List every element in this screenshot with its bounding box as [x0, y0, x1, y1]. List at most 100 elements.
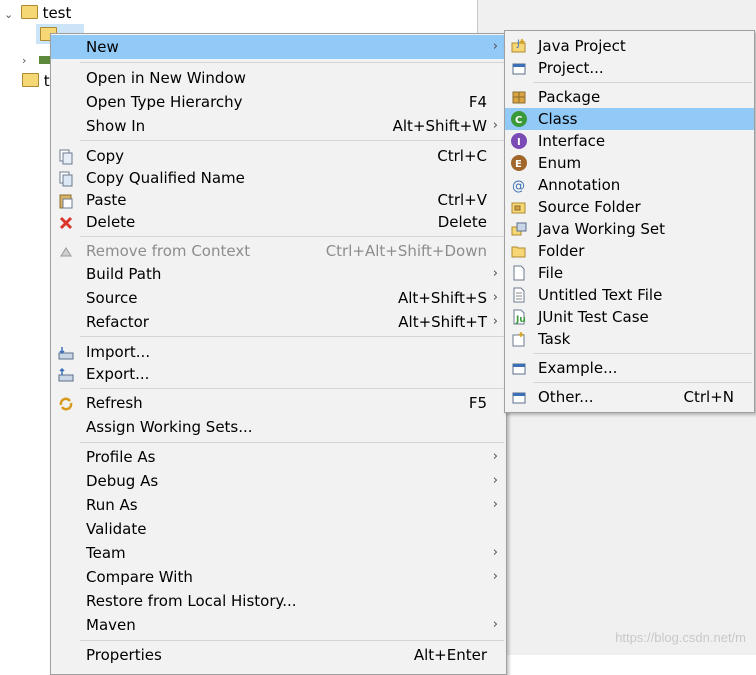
- menu-item-copy[interactable]: Copy Ctrl+C: [51, 144, 506, 168]
- menu-item-import[interactable]: Import...: [51, 340, 506, 364]
- chevron-right-icon: ›: [492, 473, 498, 488]
- submenu-item-project[interactable]: Project...: [505, 57, 754, 79]
- svg-text:J: J: [516, 39, 520, 49]
- menu-separator: [80, 62, 504, 63]
- chevron-right-icon: ›: [492, 497, 498, 512]
- import-icon: [58, 344, 74, 360]
- submenu-item-example[interactable]: Example...: [505, 357, 754, 379]
- chevron-right-icon: ›: [492, 569, 498, 584]
- folder-icon: [511, 243, 527, 259]
- submenu-item-enum[interactable]: E Enum: [505, 152, 754, 174]
- menu-separator: [80, 640, 504, 641]
- svg-text:@: @: [512, 179, 525, 193]
- chevron-down-icon[interactable]: ⌄: [4, 4, 16, 26]
- chevron-right-icon: ›: [492, 266, 498, 281]
- menu-separator: [80, 236, 504, 237]
- submenu-item-junit-test-case[interactable]: Ju JUnit Test Case: [505, 306, 754, 328]
- submenu-item-untitled-text-file[interactable]: Untitled Text File: [505, 284, 754, 306]
- project-folder-icon: [22, 73, 39, 87]
- chevron-right-icon: ›: [492, 314, 498, 329]
- context-menu: New › Open in New Window Open Type Hiera…: [50, 33, 507, 675]
- junit-icon: Ju: [511, 309, 527, 325]
- menu-item-run-as[interactable]: Run As ›: [51, 493, 506, 517]
- project-icon: [511, 60, 527, 76]
- svg-text:C: C: [515, 115, 522, 126]
- chevron-right-icon: ›: [492, 617, 498, 632]
- menu-item-assign-working-sets[interactable]: Assign Working Sets...: [51, 415, 506, 439]
- submenu-item-java-project[interactable]: J Java Project: [505, 35, 754, 57]
- new-submenu: J Java Project Project... Package C Clas…: [504, 30, 755, 413]
- submenu-item-file[interactable]: File: [505, 262, 754, 284]
- submenu-item-interface[interactable]: I Interface: [505, 130, 754, 152]
- other-icon: [511, 389, 527, 405]
- menu-item-export[interactable]: Export...: [51, 362, 506, 386]
- menu-separator: [80, 442, 504, 443]
- tree-item-label: t: [43, 72, 50, 90]
- tree-item-test[interactable]: ⌄ test: [4, 2, 71, 24]
- menu-item-team[interactable]: Team ›: [51, 541, 506, 565]
- menu-item-profile-as[interactable]: Profile As ›: [51, 445, 506, 469]
- menu-item-build-path[interactable]: Build Path ›: [51, 262, 506, 286]
- project-folder-icon: [20, 5, 38, 19]
- submenu-item-source-folder[interactable]: Source Folder: [505, 196, 754, 218]
- menu-separator: [80, 388, 504, 389]
- menu-item-validate[interactable]: Validate: [51, 517, 506, 541]
- submenu-item-annotation[interactable]: @ Annotation: [505, 174, 754, 196]
- menu-item-properties[interactable]: Properties Alt+Enter: [51, 643, 506, 667]
- submenu-item-other[interactable]: Other... Ctrl+N: [505, 386, 754, 408]
- watermark: https://blog.csdn.net/m: [615, 630, 746, 645]
- submenu-item-java-working-set[interactable]: Java Working Set: [505, 218, 754, 240]
- class-icon: C: [511, 111, 527, 127]
- submenu-item-class[interactable]: C Class: [505, 108, 754, 130]
- menu-item-restore-local-history[interactable]: Restore from Local History...: [51, 589, 506, 613]
- menu-item-paste[interactable]: Paste Ctrl+V: [51, 188, 506, 212]
- example-icon: [511, 360, 527, 376]
- remove-context-icon: [58, 243, 74, 259]
- menu-separator: [80, 140, 504, 141]
- submenu-item-folder[interactable]: Folder: [505, 240, 754, 262]
- menu-separator: [80, 336, 504, 337]
- java-project-icon: J: [511, 38, 527, 54]
- copy-qualified-icon: [58, 170, 74, 187]
- menu-separator: [533, 353, 752, 354]
- menu-item-refactor[interactable]: Refactor Alt+Shift+T ›: [51, 310, 506, 334]
- paste-icon: [58, 192, 74, 209]
- menu-item-open-type-hierarchy[interactable]: Open Type Hierarchy F4: [51, 90, 506, 114]
- working-set-icon: [511, 221, 527, 237]
- library-icon: [38, 56, 51, 64]
- menu-item-remove-from-context[interactable]: Remove from Context Ctrl+Alt+Shift+Down: [51, 239, 506, 263]
- interface-icon: I: [511, 133, 527, 149]
- delete-icon: [58, 214, 74, 230]
- menu-item-source[interactable]: Source Alt+Shift+S ›: [51, 286, 506, 310]
- enum-icon: E: [511, 155, 527, 171]
- package-icon: [511, 89, 527, 105]
- menu-item-maven[interactable]: Maven ›: [51, 613, 506, 637]
- menu-separator: [533, 82, 752, 83]
- menu-item-copy-qualified-name[interactable]: Copy Qualified Name: [51, 166, 506, 190]
- export-icon: [58, 366, 74, 382]
- tree-item-library[interactable]: ›: [22, 48, 51, 70]
- svg-text:E: E: [515, 159, 522, 170]
- task-icon: [511, 331, 527, 347]
- file-icon: [511, 265, 527, 281]
- tree-item-t[interactable]: t: [22, 70, 50, 92]
- chevron-right-icon: ›: [492, 290, 498, 305]
- menu-item-debug-as[interactable]: Debug As ›: [51, 469, 506, 493]
- chevron-right-icon: ›: [492, 545, 498, 560]
- menu-separator: [533, 382, 752, 383]
- menu-item-new[interactable]: New ›: [51, 35, 506, 59]
- menu-item-show-in[interactable]: Show In Alt+Shift+W ›: [51, 114, 506, 138]
- submenu-item-package[interactable]: Package: [505, 86, 754, 108]
- chevron-right-icon[interactable]: ›: [22, 50, 34, 72]
- menu-item-refresh[interactable]: Refresh F5: [51, 391, 506, 415]
- source-folder-icon: [511, 199, 527, 215]
- submenu-item-task[interactable]: Task: [505, 328, 754, 350]
- chevron-right-icon: ›: [492, 118, 498, 133]
- menu-item-open-new-window[interactable]: Open in New Window: [51, 66, 506, 90]
- tree-item-label: test: [42, 4, 72, 22]
- refresh-icon: [58, 395, 74, 411]
- menu-item-delete[interactable]: Delete Delete: [51, 210, 506, 234]
- menu-item-compare-with[interactable]: Compare With ›: [51, 565, 506, 589]
- copy-icon: [58, 148, 74, 165]
- chevron-right-icon: ›: [492, 449, 498, 464]
